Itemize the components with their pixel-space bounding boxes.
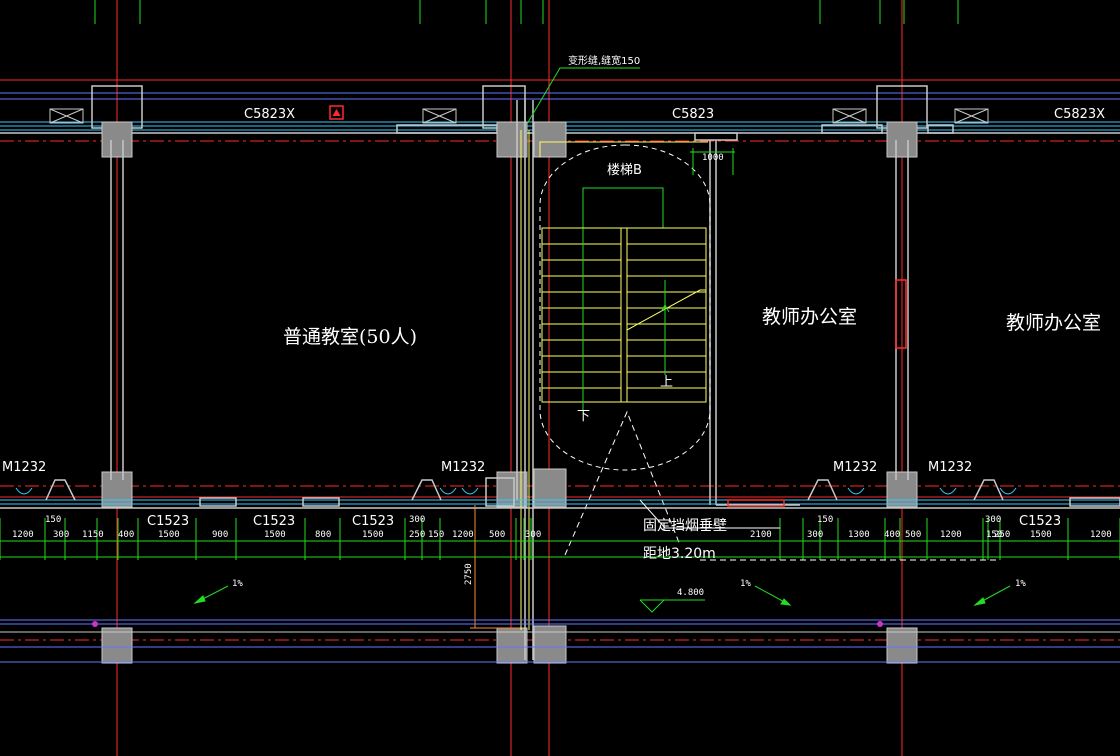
- dimension-text: 300: [807, 530, 823, 540]
- elevation-marker: [639, 599, 705, 613]
- top-equipment-boxes: [49, 108, 989, 124]
- window-label-top-2: C5823: [672, 107, 714, 122]
- door-label-2: M1232: [441, 460, 485, 475]
- room-label-office-2: 教师办公室: [1006, 312, 1101, 334]
- dimension-text: 500: [905, 530, 921, 540]
- dimension-text: 1200: [12, 530, 34, 540]
- dimension-text: 150: [45, 515, 61, 525]
- window-label-bottom-2: C1523: [253, 514, 295, 529]
- dimension-text: 300: [53, 530, 69, 540]
- columns: [101, 121, 918, 664]
- fire-alarm-icon: [329, 105, 344, 120]
- slope-label-2: 1%: [740, 579, 751, 589]
- slope-label-1: 1%: [232, 579, 243, 589]
- window-label-top-1: C5823Ⅹ: [244, 107, 295, 122]
- stair-up-mark: 上: [660, 375, 673, 390]
- room-label-office-1: 教师办公室: [762, 306, 857, 328]
- top-wall-blue: [0, 92, 1120, 100]
- dimension-text: 1200: [1090, 530, 1112, 540]
- vertical-dimension: [470, 505, 520, 629]
- dimension-text: 400: [118, 530, 134, 540]
- dimension-text: 1500: [158, 530, 180, 540]
- dimension-text: 150: [817, 515, 833, 525]
- dimension-text: 1150: [82, 530, 104, 540]
- top-dimension-ticks: [94, 0, 959, 24]
- cad-drawing-canvas[interactable]: 楼梯B 下 上 1000 变形缝,缝宽150 C5823Ⅹ C5823 C582…: [0, 0, 1120, 756]
- dimension-text: 300: [409, 515, 425, 525]
- smoke-wall-note: 固定挡烟垂壁: [643, 518, 727, 534]
- dimension-text: 150: [428, 530, 444, 540]
- window-label-bottom-4: C1523: [1019, 514, 1061, 529]
- elevation-text: 4.800: [677, 588, 704, 598]
- office-door-marker: [895, 279, 907, 349]
- dimension-text: 1200: [940, 530, 962, 540]
- window-label-bottom-3: C1523: [352, 514, 394, 529]
- vertical-dimension-text: 2750: [464, 563, 474, 585]
- stair-down-mark: 下: [577, 409, 590, 424]
- dimension-text: 250: [409, 530, 425, 540]
- interior-walls: [110, 100, 909, 660]
- door-label-1: M1232: [2, 460, 46, 475]
- stair-label: 楼梯B: [607, 163, 642, 178]
- dimension-text: 1200: [452, 530, 474, 540]
- floor-plan-drawing[interactable]: 楼梯B 下 上 1000 变形缝,缝宽150 C5823Ⅹ C5823 C582…: [0, 0, 1120, 756]
- stair-width-text: 1000: [702, 153, 724, 163]
- bottom-dimension-line: [0, 540, 1120, 558]
- dimension-text: 500: [489, 530, 505, 540]
- dimension-text: 300: [985, 515, 1001, 525]
- dimension-text: 1500: [362, 530, 384, 540]
- dimension-text: 1300: [848, 530, 870, 540]
- room-label-classroom: 普通教室(50人): [283, 326, 417, 348]
- door-label-4: M1232: [928, 460, 972, 475]
- window-label-bottom-1: C1523: [147, 514, 189, 529]
- deform-joint-note: 变形缝,缝宽150: [568, 54, 640, 67]
- dimension-text: 300: [525, 530, 541, 540]
- deform-joint-leader: [526, 67, 640, 125]
- dimension-text: 250: [994, 530, 1010, 540]
- dimension-text: 2100: [750, 530, 772, 540]
- dimension-text: 1500: [264, 530, 286, 540]
- dimension-text: 1500: [1030, 530, 1052, 540]
- dimension-text: 400: [884, 530, 900, 540]
- smoke-wall-height: 距地3.20m: [643, 546, 716, 562]
- slope-label-3: 1%: [1015, 579, 1026, 589]
- door-label-3: M1232: [833, 460, 877, 475]
- dimension-text: 800: [315, 530, 331, 540]
- window-label-top-3: C5823Ⅹ: [1054, 107, 1105, 122]
- dimension-text: 900: [212, 530, 228, 540]
- slope-arrows: [193, 585, 1011, 606]
